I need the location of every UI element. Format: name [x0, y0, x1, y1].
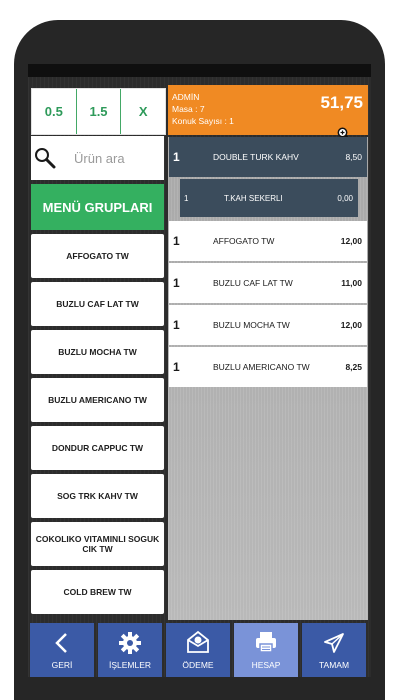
order-line-price: 8,50 — [345, 152, 362, 162]
send-icon — [324, 633, 344, 653]
order-line-name: BUZLU MOCHA TW — [213, 320, 290, 330]
order-header: ADMİN Masa : 7 Konuk Sayısı : 1 51,75 — [168, 85, 368, 140]
product-item[interactable]: BUZLU AMERICANO TW — [31, 378, 164, 422]
order-line-qty: 1 — [184, 193, 189, 203]
status-strip — [28, 64, 371, 77]
product-item[interactable]: COKOLIKO VITAMINLI SOGUK CIK TW — [31, 522, 164, 566]
search-input[interactable]: Ürün ara — [31, 136, 164, 180]
order-line[interactable]: 1 BUZLU MOCHA TW 12,00 — [169, 305, 367, 345]
order-line-qty: 1 — [173, 150, 180, 164]
product-item[interactable]: AFFOGATO TW — [31, 234, 164, 278]
payment-button[interactable]: ÖDEME — [166, 623, 230, 677]
back-label: GERİ — [51, 660, 73, 670]
product-item[interactable]: DONDUR CAPPUC TW — [31, 426, 164, 470]
chevron-left-icon — [55, 633, 67, 653]
order-line-name: BUZLU CAF LAT TW — [213, 278, 293, 288]
qty-half-button[interactable]: 0.5 — [32, 89, 77, 134]
search-placeholder: Ürün ara — [74, 150, 125, 166]
user-name: ADMİN — [172, 92, 200, 102]
product-item[interactable]: BUZLU CAF LAT TW — [31, 282, 164, 326]
printer-icon — [256, 632, 276, 653]
order-line-qty: 1 — [173, 360, 180, 374]
order-line[interactable]: 1 BUZLU CAF LAT TW 11,00 — [169, 263, 367, 303]
order-line-qty: 1 — [173, 318, 180, 332]
product-item[interactable]: BUZLU MOCHA TW — [31, 330, 164, 374]
bill-label: HESAP — [251, 660, 281, 670]
order-line-price: 0,00 — [337, 193, 353, 203]
qty-one-half-button[interactable]: 1.5 — [77, 89, 122, 134]
bill-button[interactable]: HESAP — [234, 623, 298, 677]
order-line[interactable]: 1 AFFOGATO TW 12,00 — [169, 221, 367, 261]
product-item[interactable]: COLD BREW TW — [31, 570, 164, 614]
table-number: Masa : 7 — [172, 104, 205, 114]
order-line-name: T.KAH SEKERLI — [224, 193, 283, 203]
ok-label: TAMAM — [318, 660, 350, 670]
order-line-price: 12,00 — [340, 320, 362, 330]
guest-count: Konuk Sayısı : 1 — [172, 116, 234, 126]
quantity-buttons: 0.5 1.5 X — [31, 88, 166, 135]
order-total: 51,75 — [320, 93, 363, 112]
order-line-qty: 1 — [173, 234, 180, 248]
order-line-name: DOUBLE TURK KAHV — [213, 152, 299, 162]
order-line-name: AFFOGATO TW — [213, 236, 275, 246]
gear-icon — [119, 632, 141, 654]
payment-icon — [187, 630, 209, 653]
order-line-name: BUZLU AMERICANO TW — [213, 362, 310, 372]
back-button[interactable]: GERİ — [30, 623, 94, 677]
product-list: AFFOGATO TW BUZLU CAF LAT TW BUZLU MOCHA… — [31, 234, 164, 618]
ok-button[interactable]: TAMAM — [302, 623, 366, 677]
app-screen: 0.5 1.5 X Ürün ara MENÜ GRUPLARI AFFOGAT… — [28, 64, 371, 677]
order-line[interactable]: 1 DOUBLE TURK KAHV 8,50 — [169, 137, 367, 177]
operations-button[interactable]: İŞLEMLER — [98, 623, 162, 677]
order-sub-line[interactable]: 1 T.KAH SEKERLI 0,00 — [180, 179, 358, 217]
order-line-price: 11,00 — [341, 278, 362, 288]
qty-multiply-button[interactable]: X — [121, 89, 165, 134]
operations-label: İŞLEMLER — [108, 660, 152, 670]
search-icon — [35, 148, 56, 169]
order-line-price: 8,25 — [345, 362, 362, 372]
payment-label: ÖDEME — [182, 660, 214, 670]
bottom-action-bar: GERİ İŞLEMLER ÖDEME HESAP TAMAM — [28, 623, 371, 677]
order-line[interactable]: 1 BUZLU AMERICANO TW 8,25 — [169, 347, 367, 387]
order-list: 1 DOUBLE TURK KAHV 8,50 1 T.KAH SEKERLI … — [168, 137, 368, 620]
product-item[interactable]: SOG TRK KAHV TW — [31, 474, 164, 518]
order-line-qty: 1 — [173, 276, 180, 290]
order-line-price: 12,00 — [340, 236, 362, 246]
menu-groups-button[interactable]: MENÜ GRUPLARI — [31, 184, 164, 230]
